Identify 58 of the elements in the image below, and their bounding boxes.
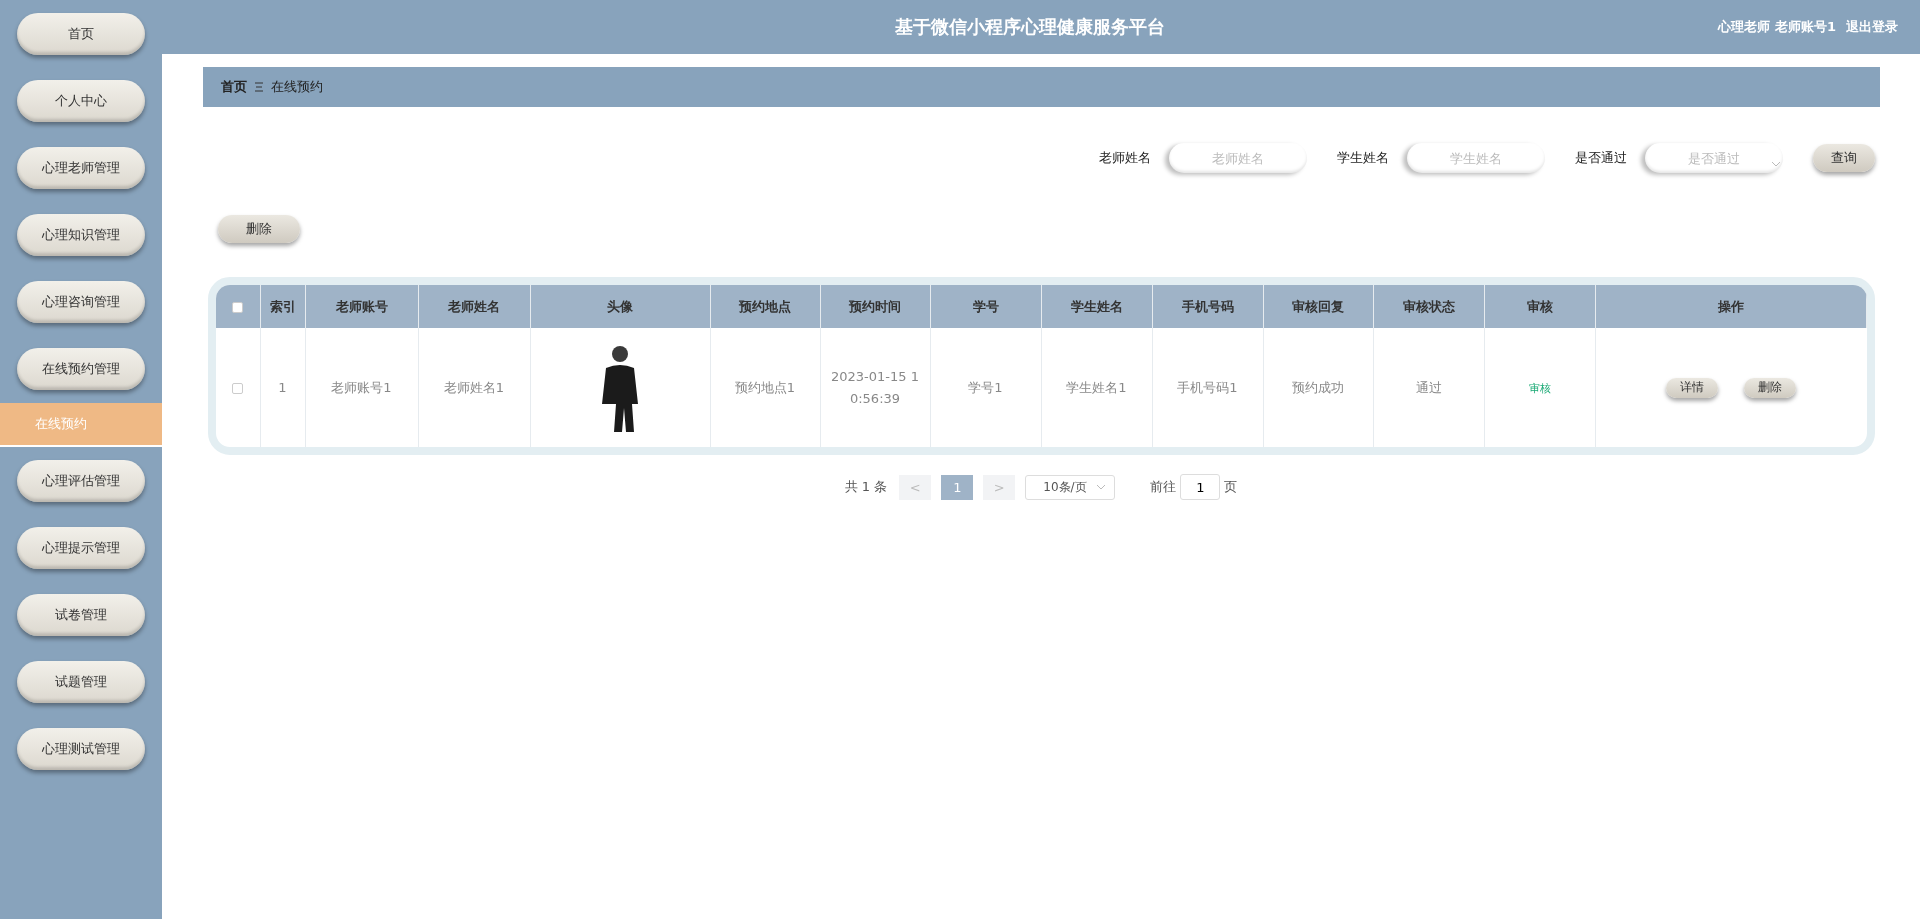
column-header: 审核回复 — [1263, 285, 1373, 328]
breadcrumb-item[interactable]: 首页 — [221, 78, 247, 96]
caret-icon — [1096, 484, 1107, 490]
page-suffix: 页 — [1224, 478, 1238, 496]
page-size-select[interactable]: 10条/页 — [1025, 474, 1116, 500]
details-button[interactable]: 详情 — [1666, 377, 1718, 398]
field-label: 学生姓名 — [1337, 149, 1389, 167]
table-cell: 老师姓名1 — [418, 328, 530, 447]
delete-button[interactable]: 删除 — [218, 215, 300, 243]
column-header: 预约地点 — [710, 285, 820, 328]
sidebar-menu-button[interactable]: 心理测试管理 — [17, 728, 145, 770]
page-input[interactable]: 1 — [1180, 474, 1221, 500]
column-header: 老师账号 — [305, 285, 418, 328]
column-header: 学生姓名 — [1041, 285, 1152, 328]
table-cell: 学生姓名1 — [1041, 328, 1152, 447]
column-header: 审核状态 — [1373, 285, 1484, 328]
field-label: 老师姓名 — [1099, 149, 1151, 167]
app-title: 基于微信小程序心理健康服务平台 — [895, 15, 1165, 39]
column-header: 索引 — [260, 285, 305, 328]
table-cell: 1 — [260, 328, 305, 447]
sidebar-menu-button[interactable]: 心理知识管理 — [17, 214, 145, 256]
column-header: 预约时间 — [820, 285, 930, 328]
row-checkbox[interactable] — [232, 383, 244, 394]
sidebar-menu-button[interactable]: 在线预约管理 — [17, 348, 145, 390]
field-label: 是否通过 — [1575, 149, 1627, 167]
column-header: 老师姓名 — [418, 285, 530, 328]
delete-button[interactable]: 删除 — [1744, 377, 1796, 398]
sidebar-menu-button[interactable]: 首页 — [17, 13, 145, 55]
input-field[interactable]: 学生姓名 — [1407, 143, 1545, 173]
table-cell: 通过 — [1373, 328, 1484, 447]
sidebar-menu-button[interactable]: 心理提示管理 — [17, 527, 145, 569]
separator-icon — [255, 82, 263, 92]
input-field[interactable]: 老师姓名 — [1169, 143, 1307, 173]
caret-icon — [1771, 161, 1781, 167]
table-cell: 预约地点1 — [710, 328, 820, 447]
table-cell: 老师账号1 — [305, 328, 418, 447]
table-cell: 预约成功 — [1263, 328, 1373, 447]
column-header: 头像 — [530, 285, 710, 328]
breadcrumb-item: 在线预约 — [271, 78, 323, 96]
total-count: 共 1 条 — [844, 478, 888, 496]
column-header: 学号 — [930, 285, 1041, 328]
sidebar-menu-button[interactable]: 心理评估管理 — [17, 460, 145, 502]
sidebar-menu-button[interactable]: 个人中心 — [17, 80, 145, 122]
select-field[interactable]: 是否通过 — [1645, 143, 1783, 173]
table-cell: 学号1 — [930, 328, 1041, 447]
sidebar-menu-button[interactable]: 心理老师管理 — [17, 147, 145, 189]
search-button[interactable]: 查询 — [1813, 144, 1875, 172]
sidebar-menu-button[interactable]: 心理咨询管理 — [17, 281, 145, 323]
user-label: 心理老师 老师账号1 — [1718, 18, 1836, 36]
column-header: 操作 — [1595, 285, 1867, 328]
column-header: 手机号码 — [1152, 285, 1263, 328]
goto-label: 前往 — [1150, 478, 1177, 496]
table-cell: 2023-01-15 10:56:39 — [820, 328, 930, 447]
column-header: 审核 — [1484, 285, 1595, 328]
table-cell: 手机号码1 — [1152, 328, 1263, 447]
select-all-checkbox[interactable] — [232, 302, 244, 313]
sidebar-menu-button[interactable]: 试卷管理 — [17, 594, 145, 636]
sidebar-menu-button[interactable]: 试题管理 — [17, 661, 145, 703]
